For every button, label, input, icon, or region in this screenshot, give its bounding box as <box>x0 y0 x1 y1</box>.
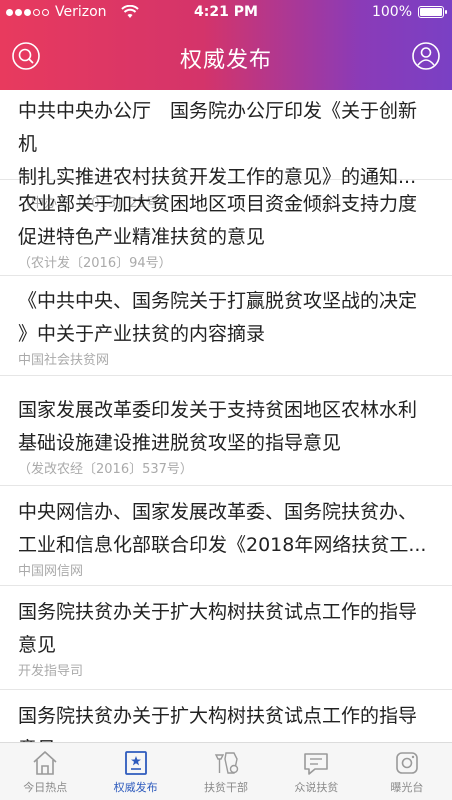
list-item[interactable]: 农业部关于加大贫困地区项目资金倾斜支持力度 促进特色产业精准扶贫的意见 （农计发… <box>0 180 452 276</box>
announcement-icon <box>124 751 147 775</box>
list-item[interactable]: 《中共中央、国务院关于打赢脱贫攻坚战的决定 》中关于产业扶贫的内容摘录 中国社会… <box>0 276 452 376</box>
list-item[interactable]: 国务院扶贫办关于扩大构树扶贫试点工作的指导 意见 开发指导司 <box>0 586 452 690</box>
article-title: 中共中央办公厅 国务院办公厅印发《关于创新机 制扎实推进农村扶贫开发工作的意见》… <box>18 95 434 194</box>
article-title: 农业部关于加大贫困地区项目资金倾斜支持力度 促进特色产业精准扶贫的意见 <box>18 188 434 254</box>
tab-label: 扶贫干部 <box>204 781 249 794</box>
tab-label: 权威发布 <box>113 781 158 794</box>
tab-label: 众说扶贫 <box>294 781 339 794</box>
article-source: 中国社会扶贫网 <box>18 353 110 368</box>
tab-label: 曝光台 <box>390 781 424 794</box>
home-icon <box>33 751 57 775</box>
battery-icon <box>418 6 447 18</box>
app-header: Verizon 4:21 PM 100% 权威发布 <box>0 0 452 90</box>
article-title: 国家发展改革委印发关于支持贫困地区农林水利 基础设施建设推进脱贫攻坚的指导意见 <box>18 394 434 460</box>
list-item[interactable]: 中央网信办、国家发展改革委、国务院扶贫办、 工业和信息化部联合印发《2018年网… <box>0 486 452 586</box>
comment-icon <box>304 753 329 775</box>
article-title-line: 基础设施建设推进脱贫攻坚的指导意见 <box>18 432 342 454</box>
article-title-line: 中央网信办、国家发展改革委、国务院扶贫办、 <box>18 501 418 523</box>
tab-poverty-cadre[interactable]: 扶贫干部 <box>181 743 271 800</box>
article-title-line: 促进特色产业精准扶贫的意见 <box>18 226 266 248</box>
article-title: 国务院扶贫办关于扩大构树扶贫试点工作的指导 意见 <box>18 700 434 742</box>
article-title-line: 中共中央办公厅 国务院办公厅印发《关于创新机 <box>18 100 418 155</box>
list-item[interactable]: 中共中央办公厅 国务院办公厅印发《关于创新机 制扎实推进农村扶贫开发工作的意见》… <box>0 90 452 211</box>
article-title-line: 工业和信息化部联合印发《2018年网络扶贫工... <box>18 534 427 556</box>
tab-label: 今日热点 <box>23 781 68 794</box>
page-title: 权威发布 <box>179 48 272 73</box>
article-source: （发改农经〔2016〕537号） <box>18 462 193 477</box>
cadre-icon <box>214 752 239 774</box>
article-source: 中国网信网 <box>18 564 84 579</box>
tab-authority-release[interactable]: 权威发布 <box>90 743 180 800</box>
article-title-line: 国务院扶贫办关于扩大构树扶贫试点工作的指导 <box>18 601 418 623</box>
nav-bar: 权威发布 <box>0 28 452 88</box>
list-item[interactable]: 国务院扶贫办关于扩大构树扶贫试点工作的指导 意见 <box>0 690 452 742</box>
tab-public-opinion[interactable]: 众说扶贫 <box>271 743 361 800</box>
article-title-line: 《中共中央、国务院关于打赢脱贫攻坚战的决定 <box>18 290 418 312</box>
user-icon <box>412 42 440 70</box>
article-title: 国务院扶贫办关于扩大构树扶贫试点工作的指导 意见 <box>18 596 434 662</box>
article-title-line: 国家发展改革委印发关于支持贫困地区农林水利 <box>18 399 418 421</box>
article-source: 开发指导司 <box>18 664 84 679</box>
tab-bar: 今日热点 权威发布 扶贫干部 众说扶贫 曝光台 <box>0 742 452 800</box>
article-title-line: 意见 <box>18 733 434 742</box>
profile-button[interactable] <box>408 38 444 74</box>
camera-icon <box>396 752 418 774</box>
article-title-line: 》中关于产业扶贫的内容摘录 <box>18 323 266 345</box>
article-source: （农计发〔2016〕94号） <box>18 256 172 271</box>
status-right: 100% <box>371 4 447 20</box>
tab-exposure[interactable]: 曝光台 <box>362 743 452 800</box>
article-title: 《中共中央、国务院关于打赢脱贫攻坚战的决定 》中关于产业扶贫的内容摘录 <box>18 285 434 351</box>
tab-today-hot[interactable]: 今日热点 <box>0 743 90 800</box>
article-list: 中共中央办公厅 国务院办公厅印发《关于创新机 制扎实推进农村扶贫开发工作的意见》… <box>0 90 452 742</box>
article-title: 中央网信办、国家发展改革委、国务院扶贫办、 工业和信息化部联合印发《2018年网… <box>18 496 434 562</box>
status-bar: Verizon 4:21 PM 100% <box>0 0 452 26</box>
article-title-line: 国务院扶贫办关于扩大构树扶贫试点工作的指导 <box>18 705 418 727</box>
article-title-line: 意见 <box>18 634 57 656</box>
battery-percent: 100% <box>371 4 412 20</box>
article-title-line: 农业部关于加大贫困地区项目资金倾斜支持力度 <box>18 193 418 215</box>
list-item[interactable]: 国家发展改革委印发关于支持贫困地区农林水利 基础设施建设推进脱贫攻坚的指导意见 … <box>0 376 452 486</box>
